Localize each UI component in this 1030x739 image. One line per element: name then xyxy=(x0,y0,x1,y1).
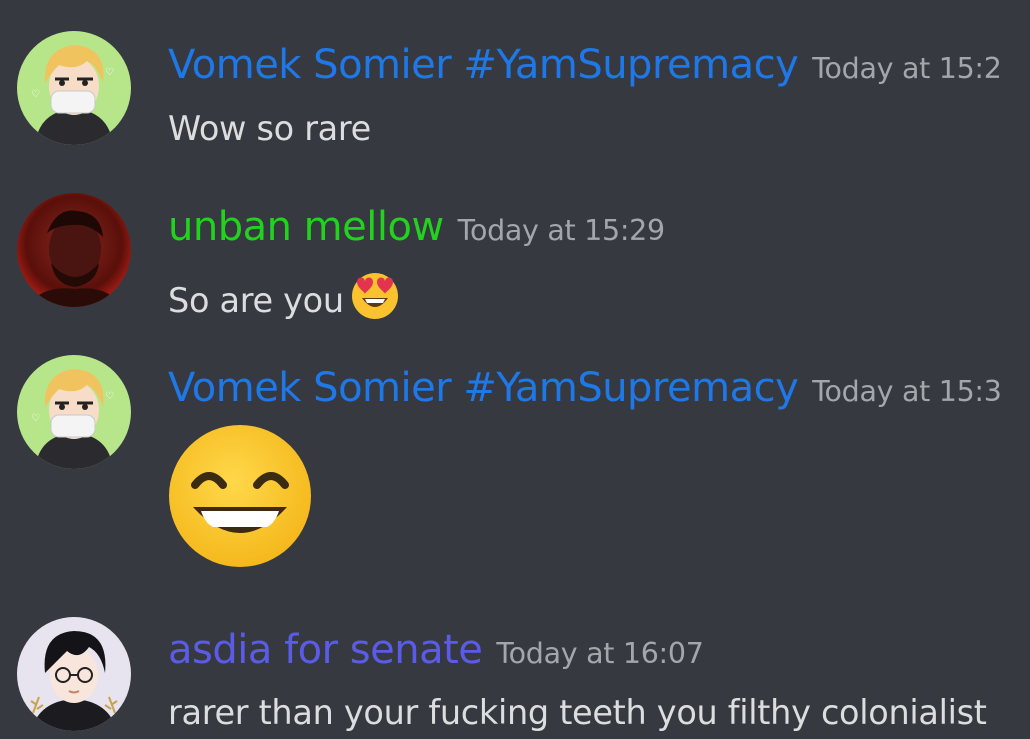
author-name[interactable]: asdia for senate xyxy=(168,627,483,673)
message-header: Vomek Somier #YamSupremacy Today at 15:2 xyxy=(168,42,1030,88)
message-header: unban mellow Today at 15:29 xyxy=(168,204,1030,250)
user-avatar[interactable] xyxy=(17,193,131,307)
svg-text:♡: ♡ xyxy=(31,89,40,100)
message-text: So are you xyxy=(168,281,344,320)
message-content: rarer than your fucking teeth you filthy… xyxy=(168,693,987,732)
red-photo-avatar-icon xyxy=(17,193,131,307)
message-header: asdia for senate Today at 16:07 xyxy=(168,627,1030,673)
message-timestamp: Today at 15:29 xyxy=(457,214,665,247)
message-header: Vomek Somier #YamSupremacy Today at 15:3 xyxy=(168,365,1030,411)
message-content: Wow so rare xyxy=(168,109,371,148)
author-name[interactable]: Vomek Somier #YamSupremacy xyxy=(168,365,799,411)
user-avatar[interactable]: ♡ ♡ xyxy=(17,31,131,145)
anime-glasses-avatar-icon xyxy=(17,617,131,731)
message-text: Wow so rare xyxy=(168,109,371,148)
author-name[interactable]: unban mellow xyxy=(168,204,444,250)
grinning-squinting-emoji-icon[interactable] xyxy=(167,423,313,573)
svg-text:♡: ♡ xyxy=(105,391,114,402)
anime-masked-blonde-avatar-icon: ♡ ♡ xyxy=(17,355,131,469)
anime-masked-blonde-avatar-icon: ♡ ♡ xyxy=(17,31,131,145)
user-avatar[interactable] xyxy=(17,617,131,731)
author-name[interactable]: Vomek Somier #YamSupremacy xyxy=(168,42,799,88)
message-timestamp: Today at 15:3 xyxy=(812,375,1002,408)
message-timestamp: Today at 16:07 xyxy=(496,637,704,670)
user-avatar[interactable]: ♡ ♡ xyxy=(17,355,131,469)
message-content: So are you xyxy=(168,270,400,328)
message-text: rarer than your fucking teeth you filthy… xyxy=(168,693,987,732)
message-timestamp: Today at 15:2 xyxy=(812,52,1002,85)
svg-text:♡: ♡ xyxy=(105,67,114,78)
heart-eyes-emoji-icon[interactable] xyxy=(350,270,400,328)
svg-text:♡: ♡ xyxy=(31,413,40,424)
